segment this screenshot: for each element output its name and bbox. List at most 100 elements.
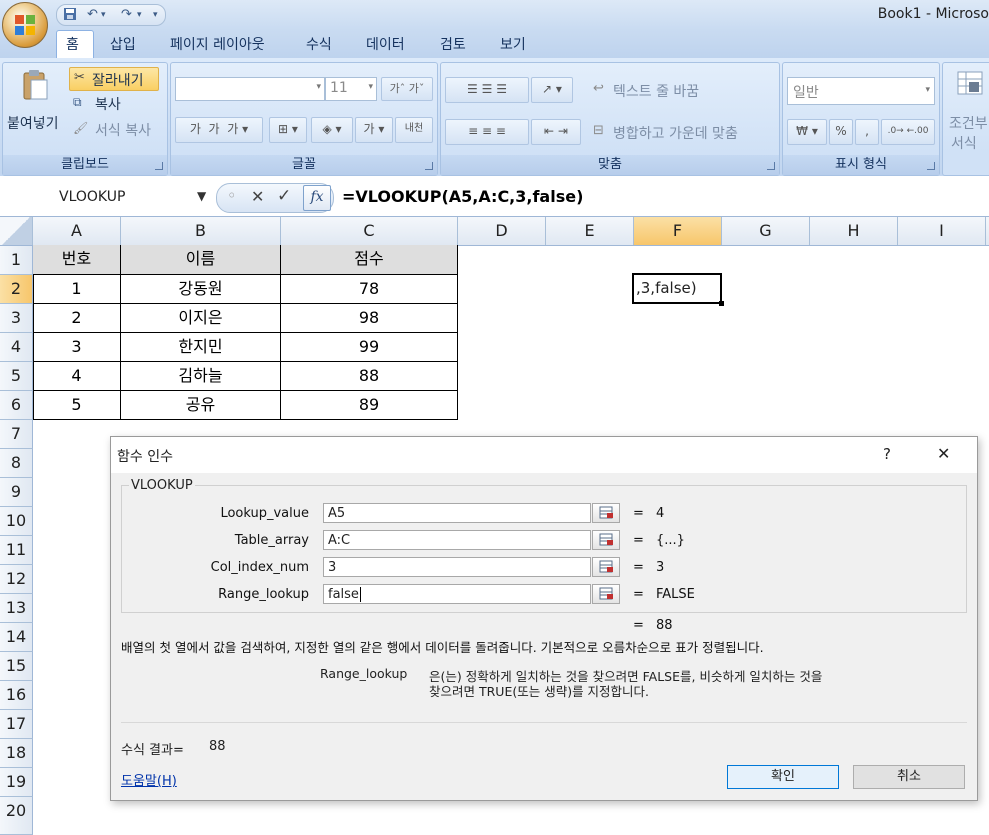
orientation-button[interactable]: ↗ ▾ (531, 77, 573, 103)
conditional-format-button[interactable]: 조건부 (949, 113, 988, 133)
col-index-num-input[interactable]: 3 (323, 557, 591, 577)
currency-button[interactable]: ₩ ▾ (787, 119, 827, 145)
alignment-launcher-icon[interactable] (767, 162, 775, 170)
ok-button[interactable]: 확인 (727, 765, 839, 789)
undo-icon[interactable]: ↶ (87, 7, 98, 22)
redo-dropdown-icon[interactable]: ▾ (137, 10, 142, 20)
collapse-dialog-icon[interactable] (592, 584, 620, 604)
row-header[interactable]: 1 (0, 246, 33, 275)
bold-italic-underline-buttons[interactable]: 가 가 가 ▾ (175, 117, 263, 143)
table-cell[interactable]: 98 (281, 304, 458, 333)
confirm-entry-icon[interactable]: ✓ (277, 186, 291, 206)
undo-dropdown-icon[interactable]: ▾ (101, 10, 106, 20)
tab-home-label[interactable]: 홈 (66, 34, 79, 54)
row-header[interactable]: 5 (0, 362, 33, 391)
customize-qat-icon[interactable]: ▾ (153, 10, 158, 20)
lookup-value-input[interactable]: A5 (323, 503, 591, 523)
row-header[interactable]: 19 (0, 768, 33, 797)
row-header[interactable]: 17 (0, 710, 33, 739)
row-header[interactable]: 13 (0, 594, 33, 623)
format-painter-button[interactable]: 서식 복사 (95, 120, 151, 140)
row-header[interactable]: 12 (0, 565, 33, 594)
percent-button[interactable]: % (829, 119, 853, 145)
cut-button[interactable]: ✂ 잘라내기 (69, 67, 159, 91)
dialog-close-icon[interactable]: ✕ (937, 444, 950, 463)
merge-center-button[interactable]: 병합하고 가운데 맞춤 (613, 123, 738, 143)
formula-input[interactable]: =VLOOKUP(A5,A:C,3,false) (342, 187, 583, 206)
font-color-button[interactable]: 가 ▾ (355, 117, 393, 143)
row-header[interactable]: 3 (0, 304, 33, 333)
row-header[interactable]: 4 (0, 333, 33, 362)
column-header-a[interactable]: A (33, 217, 121, 245)
table-header-cell[interactable]: 점수 (281, 245, 458, 275)
name-box[interactable]: VLOOKUP ▼ (4, 184, 214, 212)
column-header-d[interactable]: D (458, 217, 546, 245)
phonetic-button[interactable]: 내천 (395, 117, 433, 143)
table-cell[interactable]: 이지은 (121, 304, 281, 333)
row-header[interactable]: 11 (0, 536, 33, 565)
number-format-combo[interactable]: 일반 ▾ (787, 77, 935, 105)
font-size-combo[interactable]: 11 ▾ (325, 77, 377, 101)
table-cell[interactable]: 한지민 (121, 333, 281, 362)
paste-button[interactable]: 붙여넣기 (7, 113, 59, 133)
help-link[interactable]: 도움말(H) (121, 770, 177, 789)
horizontal-align-buttons[interactable]: ≡ ≡ ≡ (445, 119, 529, 145)
row-header[interactable]: 15 (0, 652, 33, 681)
table-cell[interactable]: 1 (33, 275, 121, 304)
row-header[interactable]: 7 (0, 420, 33, 449)
paste-icon[interactable] (21, 69, 49, 101)
column-header-c[interactable]: C (281, 217, 458, 245)
cancel-entry-icon[interactable]: ✕ (251, 187, 264, 206)
number-launcher-icon[interactable] (927, 162, 935, 170)
table-cell[interactable]: 99 (281, 333, 458, 362)
table-header-cell[interactable]: 이름 (121, 245, 281, 275)
table-cell[interactable]: 강동원 (121, 275, 281, 304)
grow-shrink-font-button[interactable]: 가ˆ 가ˇ (381, 77, 433, 101)
border-button[interactable]: ⊞ ▾ (269, 117, 307, 143)
column-header-g[interactable]: G (722, 217, 810, 245)
table-cell[interactable]: 김하늘 (121, 362, 281, 391)
table-cell[interactable]: 5 (33, 391, 121, 420)
clipboard-launcher-icon[interactable] (155, 162, 163, 170)
row-header[interactable]: 16 (0, 681, 33, 710)
row-header[interactable]: 9 (0, 478, 33, 507)
table-cell[interactable]: 78 (281, 275, 458, 304)
cancel-button[interactable]: 취소 (853, 765, 965, 789)
save-icon[interactable] (63, 7, 77, 25)
font-name-combo[interactable]: ▾ (175, 77, 325, 101)
tab-view[interactable]: 보기 (500, 34, 526, 54)
row-header[interactable]: 20 (0, 797, 33, 835)
font-launcher-icon[interactable] (425, 162, 433, 170)
fill-handle[interactable] (719, 301, 724, 306)
wrap-text-button[interactable]: 텍스트 줄 바꿈 (613, 81, 699, 101)
range-lookup-input[interactable]: false (323, 584, 591, 604)
table-cell[interactable]: 4 (33, 362, 121, 391)
column-header-h[interactable]: H (810, 217, 898, 245)
column-header-b[interactable]: B (121, 217, 281, 245)
column-header-f[interactable]: F (634, 217, 722, 245)
row-header[interactable]: 8 (0, 449, 33, 478)
row-header[interactable]: 6 (0, 391, 33, 420)
fill-color-button[interactable]: ◈ ▾ (311, 117, 353, 143)
insert-function-icon[interactable]: fx (303, 185, 331, 211)
collapse-dialog-icon[interactable] (592, 503, 620, 523)
table-cell[interactable]: 공유 (121, 391, 281, 420)
decimal-buttons[interactable]: .0→ ←.00 (881, 119, 935, 145)
table-array-input[interactable]: A:C (323, 530, 591, 550)
indent-buttons[interactable]: ⇤ ⇥ (531, 119, 581, 145)
row-header[interactable]: 18 (0, 739, 33, 768)
dialog-help-button[interactable]: ? (883, 445, 891, 463)
redo-icon[interactable]: ↷ (121, 7, 132, 22)
comma-button[interactable]: , (855, 119, 879, 145)
row-header[interactable]: 2 (0, 275, 33, 304)
tab-formulas[interactable]: 수식 (306, 34, 332, 54)
name-box-chevron-icon[interactable]: ▼ (197, 189, 206, 203)
row-header[interactable]: 14 (0, 623, 33, 652)
tab-data[interactable]: 데이터 (366, 34, 405, 54)
tab-page-layout[interactable]: 페이지 레이아웃 (170, 34, 265, 54)
table-cell[interactable]: 2 (33, 304, 121, 333)
table-cell[interactable]: 89 (281, 391, 458, 420)
copy-button[interactable]: 복사 (95, 94, 121, 114)
column-header-e[interactable]: E (546, 217, 634, 245)
table-cell[interactable]: 3 (33, 333, 121, 362)
